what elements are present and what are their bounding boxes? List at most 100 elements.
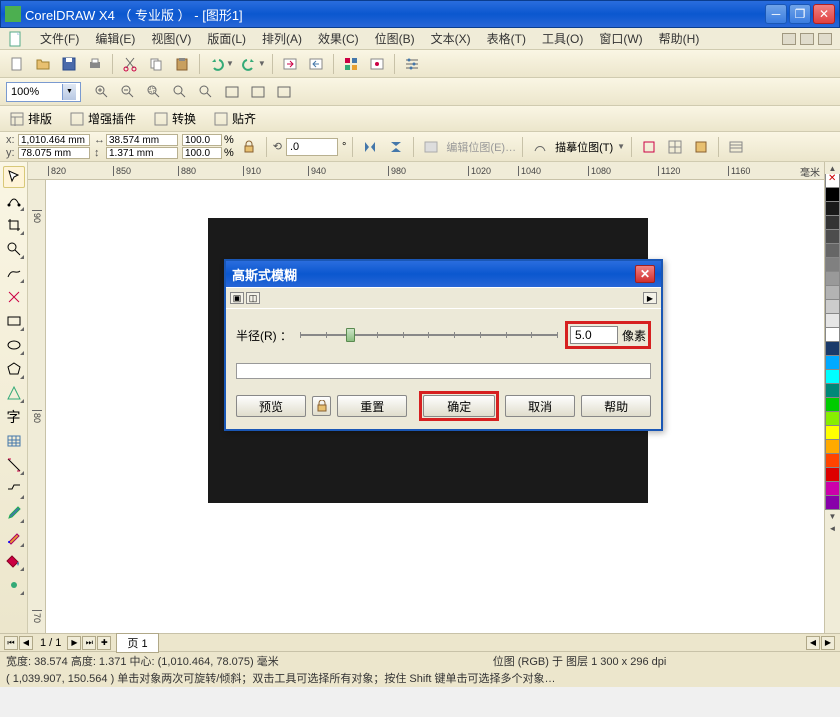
scale-x-input[interactable] [182,134,222,146]
basic-shapes-tool[interactable] [3,382,25,404]
height-input[interactable] [106,147,178,159]
hscroll-left[interactable]: ◀ [806,636,820,650]
plugin-snap[interactable]: 贴齐 [210,108,260,129]
save-button[interactable] [58,53,80,75]
open-button[interactable] [32,53,54,75]
mirror-h-button[interactable] [359,136,381,158]
page-tab-1[interactable]: 页 1 [116,633,158,653]
radius-input[interactable] [570,326,618,344]
shape-tool[interactable] [3,190,25,212]
freehand-tool[interactable] [3,262,25,284]
menu-table[interactable]: 表格(T) [479,28,534,49]
dialog-titlebar[interactable]: 高斯式模糊 ✕ [226,261,661,287]
menu-text[interactable]: 文本(X) [423,28,479,49]
resample-button[interactable] [664,136,686,158]
page-add[interactable]: ✚ [97,636,111,650]
slider-thumb[interactable] [346,328,355,342]
swatch[interactable] [825,482,840,496]
zoom-select[interactable]: 100% ▼ [6,82,81,102]
paste-button[interactable] [171,53,193,75]
preview-button[interactable]: 预览 [236,395,306,417]
bitmap-menu-button[interactable] [725,136,747,158]
help-button[interactable]: 帮助 [581,395,651,417]
swatch[interactable] [825,412,840,426]
zoom-out-button[interactable] [117,81,139,103]
lock-preview-button[interactable] [312,396,331,416]
dimension-tool[interactable] [3,454,25,476]
menu-bitmaps[interactable]: 位图(B) [367,28,423,49]
wrap-button[interactable] [690,136,712,158]
swatch[interactable] [825,216,840,230]
menu-arrange[interactable]: 排列(A) [254,28,310,49]
angle-input[interactable] [286,138,338,156]
text-tool[interactable]: 字 [3,406,25,428]
zoom-height-button[interactable] [247,81,269,103]
menu-layout[interactable]: 版面(L) [199,28,254,49]
plugin-layout[interactable]: 排版 [6,108,56,129]
interactive-fill-tool[interactable] [3,574,25,596]
swatch[interactable] [825,440,840,454]
palette-down[interactable]: ▼ [825,510,840,522]
export-button[interactable] [305,53,327,75]
dialog-close-button[interactable]: ✕ [635,265,655,283]
print-button[interactable] [84,53,106,75]
menu-edit[interactable]: 编辑(E) [87,28,143,49]
swatch[interactable] [825,272,840,286]
zoom-selection-button[interactable] [143,81,165,103]
horizontal-ruler[interactable]: 820 850 880 910 940 980 1020 1040 1080 1… [28,162,824,180]
pick-tool[interactable] [3,166,25,188]
preview-mode-split[interactable]: ◫ [246,292,260,304]
zoom-fit-button[interactable] [273,81,295,103]
scale-y-input[interactable] [182,147,222,159]
zoom-in-button[interactable] [91,81,113,103]
crop-tool[interactable] [3,214,25,236]
swatch[interactable] [825,370,840,384]
swatch[interactable] [825,244,840,258]
welcome-button[interactable] [366,53,388,75]
swatch[interactable] [825,202,840,216]
menu-window[interactable]: 窗口(W) [591,28,650,49]
table-tool[interactable] [3,430,25,452]
swatch[interactable] [825,454,840,468]
trace-bitmap-button[interactable] [529,136,551,158]
swatch[interactable] [825,258,840,272]
zoom-width-button[interactable] [221,81,243,103]
smart-drawing-tool[interactable] [3,286,25,308]
swatch[interactable] [825,314,840,328]
minimize-button[interactable]: ─ [765,4,787,24]
rectangle-tool[interactable] [3,310,25,332]
eyedropper-tool[interactable] [3,502,25,524]
new-button[interactable] [6,53,28,75]
ellipse-tool[interactable] [3,334,25,356]
menu-effects[interactable]: 效果(C) [310,28,367,49]
cut-button[interactable] [119,53,141,75]
app-launcher-button[interactable] [340,53,362,75]
vertical-ruler[interactable]: 90 80 70 [28,180,46,633]
swatch[interactable] [825,496,840,510]
swatch[interactable] [825,468,840,482]
page-first[interactable]: ⏮ [4,636,18,650]
radius-slider[interactable] [300,326,557,344]
swatch[interactable] [825,356,840,370]
page-prev[interactable]: ◀ [19,636,33,650]
palette-fly[interactable]: ◄ [825,522,840,534]
ok-button[interactable]: 确定 [423,395,495,417]
menu-view[interactable]: 视图(V) [143,28,199,49]
preview-mode-single[interactable]: ▣ [230,292,244,304]
redo-button[interactable] [238,53,260,75]
polygon-tool[interactable] [3,358,25,380]
page-last[interactable]: ⏭ [82,636,96,650]
swatch[interactable] [825,426,840,440]
cancel-button[interactable]: 取消 [505,395,575,417]
preview-play[interactable]: ▶ [643,292,657,304]
zoom-page-button[interactable] [195,81,217,103]
mdi-close[interactable] [818,33,832,45]
copy-button[interactable] [145,53,167,75]
swatch[interactable] [825,384,840,398]
undo-button[interactable] [206,53,228,75]
page-next[interactable]: ▶ [67,636,81,650]
crop-button[interactable] [638,136,660,158]
mdi-minimize[interactable] [782,33,796,45]
y-input[interactable] [18,147,90,159]
options-button[interactable] [401,53,423,75]
